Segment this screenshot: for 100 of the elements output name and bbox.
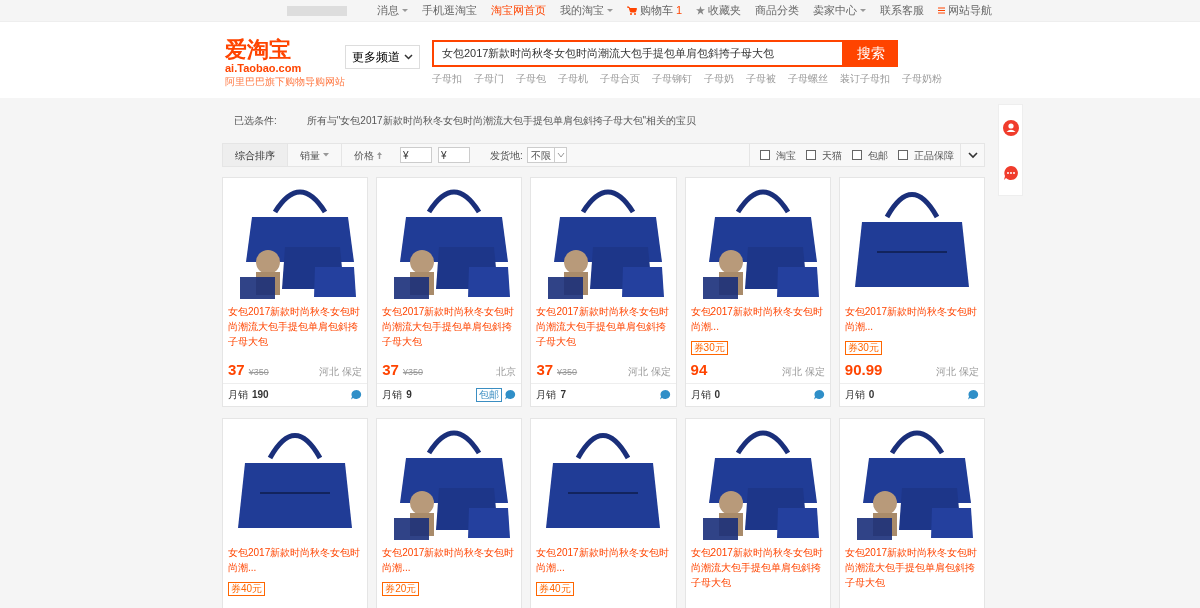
star-icon — [696, 6, 706, 15]
monthly-sales-count: 0 — [868, 388, 875, 402]
user-icon[interactable] — [1002, 119, 1019, 136]
suggestion-link[interactable]: 子母被 — [746, 71, 776, 86]
coupon-tag: 券40元 — [228, 582, 266, 596]
conditions-text: 所有与"女包2017新款时尚秋冬女包时尚潮流大包手提包单肩包斜挎子母大包"相关的宝贝 — [306, 114, 697, 128]
sort-tab[interactable]: 销量 — [287, 144, 341, 166]
suggestion-link[interactable]: 子母奶 — [704, 71, 734, 86]
nav-link[interactable]: 卖家中心 — [813, 2, 867, 19]
suggestion-link[interactable]: 子母铆钉 — [652, 71, 692, 86]
product-title[interactable]: 女包2017新款时尚秋冬女包时尚潮流大包手提包单肩包斜挎子母大包 — [228, 304, 363, 349]
chat-icon[interactable] — [1002, 164, 1019, 181]
product-title[interactable]: 女包2017新款时尚秋冬女包时尚潮... — [690, 304, 825, 334]
nav-link[interactable]: 手机逛淘宝 — [422, 2, 477, 19]
monthly-sales-label: 月销 — [228, 388, 248, 402]
product-card[interactable]: 女包2017新款时尚秋冬女包时尚潮... 券40元 — [530, 418, 677, 608]
product-card[interactable]: 女包2017新款时尚秋冬女包时尚潮流大包手提包单肩包斜挎子母大包 — [838, 418, 985, 608]
suggestion-link[interactable]: 子母包 — [516, 71, 546, 86]
original-price: ¥350 — [557, 366, 578, 379]
caret-icon — [860, 9, 867, 12]
nav-link[interactable]: 淘宝网首页 — [491, 2, 546, 19]
monthly-sales-label: 月销 — [690, 388, 711, 402]
nav-link[interactable]: 消息 — [377, 2, 408, 19]
chat-icon[interactable] — [813, 389, 825, 400]
chat-icon[interactable] — [659, 389, 671, 400]
filter-checkbox[interactable]: 天猫 — [806, 147, 842, 163]
suggestion-link[interactable]: 子母扣 — [432, 71, 462, 86]
price-to-field[interactable]: ¥ — [438, 147, 470, 163]
caret-icon — [553, 148, 566, 162]
product-title[interactable]: 女包2017新款时尚秋冬女包时尚潮... — [228, 545, 363, 575]
caret-icon — [323, 153, 329, 157]
product-title[interactable]: 女包2017新款时尚秋冬女包时尚潮流大包手提包单肩包斜挎子母大包 — [382, 304, 517, 349]
monthly-sales-label: 月销 — [536, 388, 557, 402]
suggestion-link[interactable]: 装订子母扣 — [840, 71, 890, 86]
suggestion-link[interactable]: 子母奶粉 — [902, 71, 942, 86]
product-title[interactable]: 女包2017新款时尚秋冬女包时尚潮... — [382, 545, 517, 575]
menu-icon — [938, 7, 946, 14]
up-arrow-icon — [377, 151, 382, 159]
product-card[interactable]: 女包2017新款时尚秋冬女包时尚潮... 券30元 90.99 河北 保定 月销 0 — [838, 177, 985, 407]
caret-icon — [402, 9, 408, 12]
chat-icon[interactable] — [505, 389, 517, 400]
suggestion-link[interactable]: 子母机 — [558, 71, 588, 86]
chat-icon[interactable] — [968, 389, 979, 400]
product-card[interactable]: 女包2017新款时尚秋冬女包时尚潮流大包手提包单肩包斜挎子母大包 37 ¥350 河北 保定 月销 7 — [530, 177, 677, 407]
nav-link[interactable]: 购物车 1 — [627, 2, 683, 19]
nav-link[interactable]: 收藏夹 — [696, 2, 742, 19]
price: 37 — [382, 360, 399, 380]
free-shipping-tag: 包邮 — [476, 387, 503, 402]
chevron-down-icon — [967, 151, 978, 159]
monthly-sales-count: 7 — [560, 388, 566, 402]
suggestion-link[interactable]: 子母合页 — [600, 71, 640, 86]
blurred-username — [287, 5, 347, 16]
price-from-field[interactable]: ¥ — [400, 147, 432, 163]
sort-tab[interactable]: 综合排序 — [223, 144, 287, 166]
product-card[interactable]: 女包2017新款时尚秋冬女包时尚潮... 券30元 94 河北 保定 月销 0 — [684, 177, 831, 407]
price: 94 — [690, 360, 708, 380]
nav-link[interactable]: 我的淘宝 — [560, 2, 613, 19]
product-title[interactable]: 女包2017新款时尚秋冬女包时尚潮流大包手提包单肩包斜挎子母大包 — [844, 545, 979, 590]
caret-icon — [607, 9, 613, 12]
price: 37 — [228, 360, 245, 380]
sort-tab[interactable]: 价格 — [341, 144, 394, 166]
checkbox[interactable] — [852, 150, 862, 160]
logo-title[interactable]: 爱淘宝 — [225, 38, 345, 62]
coupon-tag: 券30元 — [690, 341, 728, 355]
logo-tagline: 阿里巴巴旗下购物导购网站 — [225, 75, 345, 89]
suggestion-link[interactable]: 子母螺丝 — [788, 71, 828, 86]
product-card[interactable]: 女包2017新款时尚秋冬女包时尚潮流大包手提包单肩包斜挎子母大包 — [684, 418, 831, 608]
product-title[interactable]: 女包2017新款时尚秋冬女包时尚潮... — [536, 545, 671, 575]
location: 河北 保定 — [936, 365, 979, 379]
monthly-sales-label: 月销 — [844, 388, 865, 402]
ship-from-select[interactable]: 不限 — [526, 147, 567, 163]
product-card[interactable]: 女包2017新款时尚秋冬女包时尚潮... 券40元 — [222, 418, 369, 608]
cart-icon — [627, 6, 637, 15]
checkbox[interactable] — [760, 150, 770, 160]
channel-dropdown[interactable]: 更多频道 — [345, 45, 420, 69]
nav-link[interactable]: 联系客服 — [880, 2, 925, 19]
product-card[interactable]: 女包2017新款时尚秋冬女包时尚潮... 券20元 — [376, 418, 523, 608]
logo-domain: ai.Taobao.com — [225, 62, 303, 75]
coupon-tag: 券20元 — [382, 582, 420, 596]
monthly-sales-count: 0 — [714, 388, 721, 402]
original-price: ¥350 — [402, 366, 423, 379]
nav-link[interactable]: 商品分类 — [755, 2, 800, 19]
monthly-sales-count: 190 — [252, 388, 269, 402]
search-button[interactable]: 搜索 — [844, 40, 898, 67]
filter-checkbox[interactable]: 正品保障 — [898, 147, 954, 163]
filter-checkbox[interactable]: 淘宝 — [760, 147, 796, 163]
nav-link[interactable]: 网站导航 — [938, 2, 993, 19]
filter-checkbox[interactable]: 包邮 — [852, 147, 888, 163]
chat-icon[interactable] — [351, 389, 363, 400]
suggestion-link[interactable]: 子母门 — [474, 71, 504, 86]
checkbox[interactable] — [806, 150, 816, 160]
product-title[interactable]: 女包2017新款时尚秋冬女包时尚潮流大包手提包单肩包斜挎子母大包 — [690, 545, 825, 590]
conditions-label: 已选条件: — [234, 114, 277, 128]
search-field[interactable]: 女包2017新款时尚秋冬女包时尚潮流大包手提包单肩包斜挎子母大包 — [432, 40, 844, 67]
location: 河北 保定 — [319, 365, 363, 379]
product-title[interactable]: 女包2017新款时尚秋冬女包时尚潮流大包手提包单肩包斜挎子母大包 — [536, 304, 671, 349]
product-title[interactable]: 女包2017新款时尚秋冬女包时尚潮... — [844, 304, 979, 334]
product-card[interactable]: 女包2017新款时尚秋冬女包时尚潮流大包手提包单肩包斜挎子母大包 37 ¥350 河北 保定 月销 190 — [222, 177, 369, 407]
checkbox[interactable] — [898, 150, 908, 160]
product-card[interactable]: 女包2017新款时尚秋冬女包时尚潮流大包手提包单肩包斜挎子母大包 37 ¥350 北京 月销 9 包邮 — [376, 177, 523, 407]
